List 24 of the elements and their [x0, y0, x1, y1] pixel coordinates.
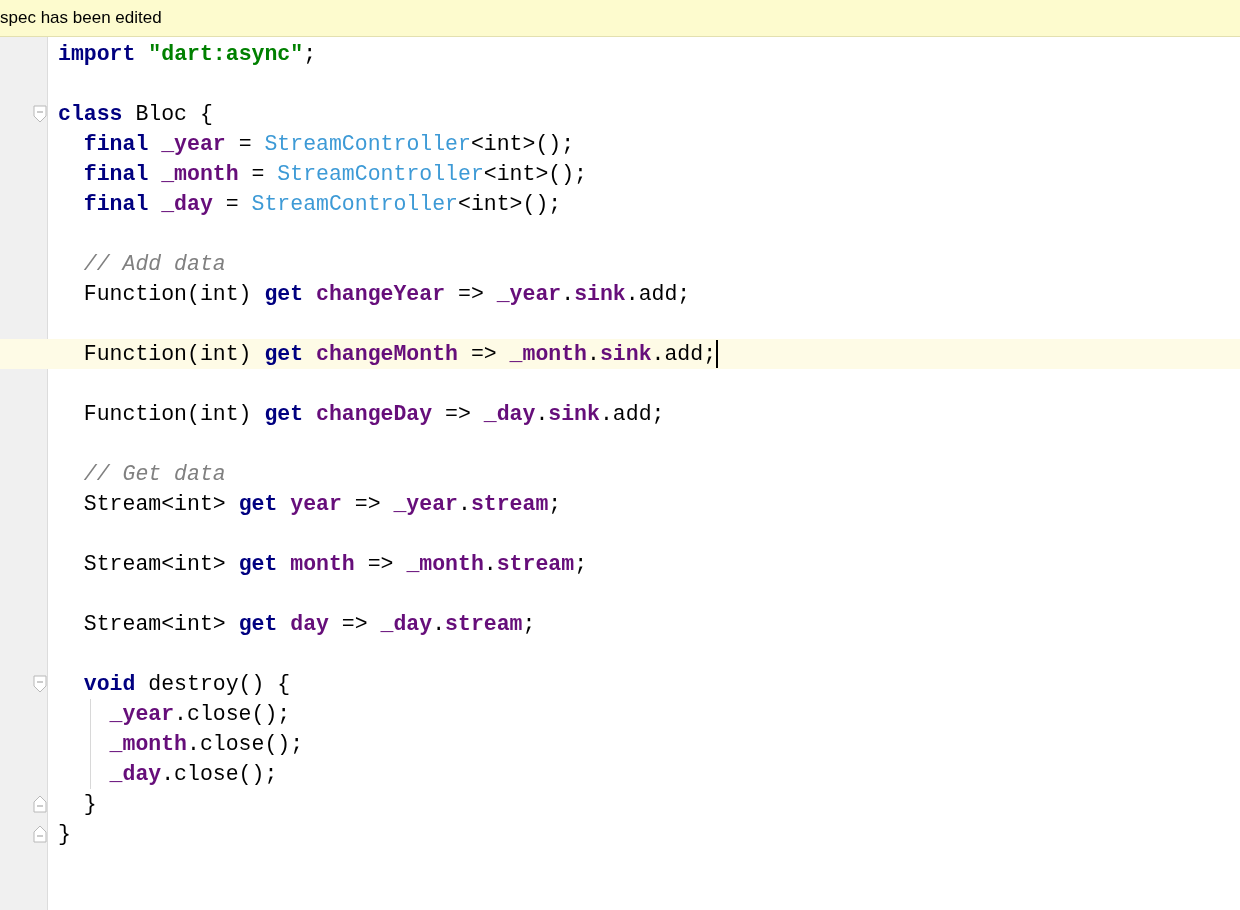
code-line: // Get data	[83, 461, 226, 488]
code-line: Stream<int> get year => _year.stream;	[83, 491, 562, 518]
code-line: class Bloc {	[58, 101, 213, 128]
code-line: final _month = StreamController<int>();	[83, 161, 587, 188]
code-line: Stream<int> get month => _month.stream;	[83, 551, 588, 578]
code-line: // Add data	[83, 251, 226, 278]
code-line: import "dart:async";	[58, 41, 317, 68]
code-line: final _year = StreamController<int>();	[83, 131, 575, 158]
code-line: _day.close();	[109, 761, 278, 788]
code-line: Function(int) get changeYear => _year.sink.add;	[83, 281, 691, 308]
fold-icon[interactable]	[33, 105, 47, 123]
code-line: final _day = StreamController<int>();	[83, 191, 562, 218]
code-line: Function(int) get changeDay => _day.sink.add;	[83, 401, 665, 428]
code-line: }	[83, 791, 97, 818]
code-line: _month.close();	[109, 731, 304, 758]
fold-icon[interactable]	[33, 825, 47, 843]
fold-icon[interactable]	[33, 675, 47, 693]
fold-icon[interactable]	[33, 795, 47, 813]
code-line: Stream<int> get day => _day.stream;	[83, 611, 536, 638]
code-line: }	[58, 821, 71, 848]
notification-text: spec has been edited	[0, 7, 162, 29]
code-line: _year.close();	[109, 701, 291, 728]
code-line: Function(int) get changeMonth => _month.sink.add;	[83, 341, 717, 368]
code-line: void destroy() {	[83, 671, 291, 698]
